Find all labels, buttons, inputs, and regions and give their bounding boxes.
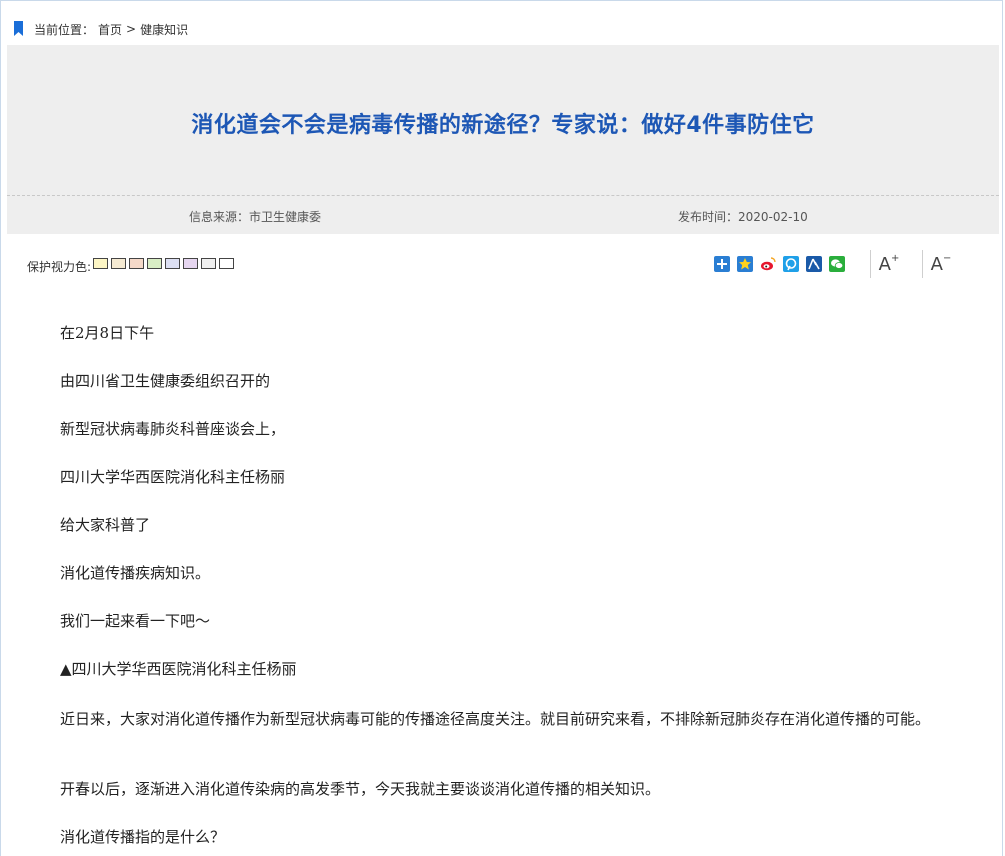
paragraph: 由四川省卫生健康委组织召开的 xyxy=(60,372,271,390)
article-date: 发布时间：2020-02-10 xyxy=(678,210,808,224)
swatch-green[interactable] xyxy=(147,258,162,269)
paragraph: 近日来，大家对消化道传播作为新型冠状病毒可能的传播途径高度关注。就目前研究来看，… xyxy=(60,710,931,728)
wechat-icon[interactable] xyxy=(829,256,845,272)
page-title: 消化道会不会是病毒传播的新途径？专家说：做好4件事防住它 xyxy=(191,113,815,138)
qzone-icon[interactable] xyxy=(737,256,753,272)
weibo-icon[interactable] xyxy=(760,256,776,272)
swatch-gray[interactable] xyxy=(201,258,216,269)
swatch-white[interactable] xyxy=(219,258,234,269)
title-panel: 消化道会不会是病毒传播的新途径？专家说：做好4件事防住它 xyxy=(7,45,999,196)
paragraph: 在2月8日下午 xyxy=(60,324,155,342)
eye-protection-swatches xyxy=(93,258,234,269)
meta-panel: 信息来源：市卫生健康委 发布时间：2020-02-10 xyxy=(7,196,999,234)
image-caption: ▲四川大学华西医院消化科主任杨丽 xyxy=(60,660,297,678)
renren-icon[interactable] xyxy=(806,256,822,272)
swatch-yellow[interactable] xyxy=(93,258,108,269)
paragraph: 开春以后，逐渐进入消化道传染病的高发季节，今天我就主要谈谈消化道传播的相关知识。 xyxy=(60,780,661,798)
article-toolbar: 保护视力色: A + A − xyxy=(27,250,987,278)
swatch-purple[interactable] xyxy=(183,258,198,269)
font-decrease-sign: − xyxy=(942,252,952,264)
swatch-beige[interactable] xyxy=(111,258,126,269)
paragraph: 给大家科普了 xyxy=(60,516,151,534)
paragraph: 新型冠状病毒肺炎科普座谈会上， xyxy=(60,420,286,438)
font-decrease-label: A xyxy=(930,253,943,275)
breadcrumb: 当前位置： 首页 > 健康知识 xyxy=(12,20,188,38)
font-increase-label: A xyxy=(878,253,891,275)
share-buttons xyxy=(714,256,845,272)
breadcrumb-current-link[interactable]: 健康知识 xyxy=(140,21,188,38)
plus-share-icon[interactable] xyxy=(714,256,730,272)
font-increase-sign: + xyxy=(890,252,900,264)
swatch-pink[interactable] xyxy=(129,258,144,269)
swatch-blue[interactable] xyxy=(165,258,180,269)
breadcrumb-prefix: 当前位置： xyxy=(34,22,95,37)
section-heading: 消化道传播指的是什么？ xyxy=(60,828,226,846)
font-decrease-button[interactable]: A − xyxy=(922,250,959,278)
paragraph: 我们一起来看一下吧～ xyxy=(60,612,211,630)
tencent-weibo-icon[interactable] xyxy=(783,256,799,272)
paragraph: 四川大学华西医院消化科主任杨丽 xyxy=(60,468,286,486)
eye-protection-label: 保护视力色: xyxy=(27,260,92,274)
paragraph: 消化道传播疾病知识。 xyxy=(60,564,211,582)
bookmark-icon xyxy=(14,21,23,36)
font-increase-button[interactable]: A + xyxy=(870,250,907,278)
article-source: 信息来源：市卫生健康委 xyxy=(189,210,322,224)
breadcrumb-home-link[interactable]: 首页 xyxy=(98,21,122,38)
breadcrumb-separator: > xyxy=(126,22,137,36)
